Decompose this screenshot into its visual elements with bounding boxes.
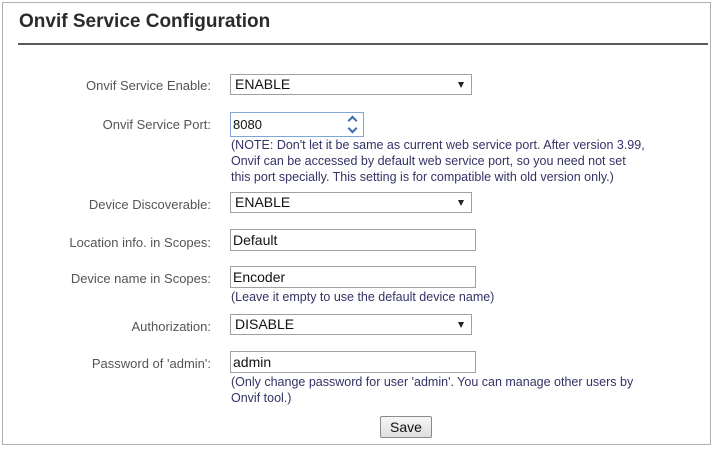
chevron-down-icon	[458, 82, 464, 88]
chevron-up-icon[interactable]	[345, 114, 362, 124]
service-enable-label: Onvif Service Enable:	[85, 78, 211, 93]
save-button[interactable]: Save	[380, 416, 432, 438]
admin-password-value: admin	[233, 354, 272, 370]
authorization-value: DISABLE	[235, 316, 295, 332]
location-info-label: Location info. in Scopes:	[69, 235, 211, 250]
device-name-note: (Leave it empty to use the default devic…	[231, 290, 495, 304]
authorization-select[interactable]: DISABLE	[230, 314, 472, 335]
chevron-down-icon[interactable]	[345, 125, 362, 135]
service-port-label: Onvif Service Port:	[102, 117, 211, 132]
device-discoverable-value: ENABLE	[235, 194, 291, 210]
device-name-input[interactable]: Encoder	[230, 266, 476, 288]
service-port-stepper[interactable]: 8080	[230, 112, 364, 137]
chevron-down-icon	[458, 200, 464, 206]
location-info-value: Default	[233, 232, 278, 248]
service-port-value: 8080	[233, 117, 262, 132]
title-divider	[18, 43, 708, 45]
authorization-label: Authorization:	[131, 319, 212, 334]
chevron-down-icon	[458, 322, 464, 328]
page-title: Onvif Service Configuration	[19, 11, 271, 32]
device-discoverable-select[interactable]: ENABLE	[230, 192, 472, 213]
admin-password-note-line-1: (Only change password for user 'admin'. …	[231, 375, 634, 389]
admin-password-label: Password of 'admin':	[91, 356, 211, 371]
device-name-value: Encoder	[233, 269, 286, 285]
device-discoverable-label: Device Discoverable:	[88, 197, 211, 212]
stepper-buttons	[345, 114, 362, 135]
service-enable-value: ENABLE	[235, 76, 291, 92]
location-info-input[interactable]: Default	[230, 229, 476, 251]
service-port-note-line-3: this port specially. This setting is for…	[231, 170, 614, 184]
service-port-note-line-2: Onvif can be accessed by default web ser…	[231, 154, 626, 168]
device-name-label: Device name in Scopes:	[70, 271, 211, 286]
service-enable-select[interactable]: ENABLE	[230, 74, 472, 95]
service-port-note-line-1: (NOTE: Don't let it be same as current w…	[231, 138, 645, 152]
admin-password-note-line-2: Onvif tool.)	[231, 391, 292, 405]
config-panel: Onvif Service Configuration Onvif Servic…	[2, 2, 711, 445]
admin-password-input[interactable]: admin	[230, 351, 476, 373]
